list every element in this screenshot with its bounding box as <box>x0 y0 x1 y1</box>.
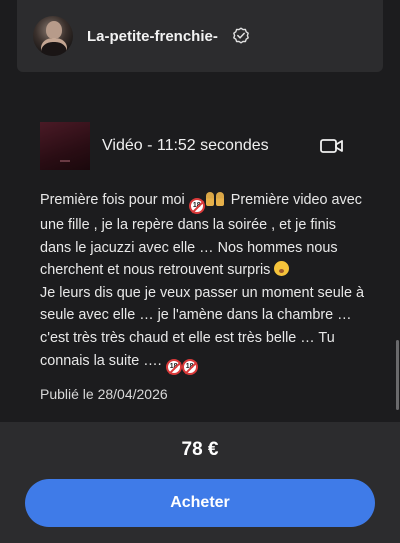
description-part-3: Je leurs dis que je veux passer un momen… <box>40 284 364 369</box>
post-description: Première fois pour moi 18 Première video… <box>40 189 368 375</box>
video-camera-icon <box>320 136 344 156</box>
no-under-18-emoji: 18 <box>165 358 182 375</box>
post-detail-page: La-petite-frenchie- Vidéo - 11:52 second… <box>0 0 400 543</box>
media-duration-label: Vidéo - 11:52 secondes <box>102 137 269 154</box>
buy-button[interactable]: Acheter <box>25 479 375 527</box>
no-under-18-emoji: 18 <box>181 358 198 375</box>
avatar[interactable] <box>33 16 73 56</box>
purchase-bar: 78 € Acheter <box>0 422 400 543</box>
no-under-18-emoji: 18 <box>188 198 205 214</box>
creator-username[interactable]: La-petite-frenchie- <box>87 28 218 45</box>
description-part-1: Première fois pour moi <box>40 192 185 208</box>
two-women-emoji <box>205 191 227 207</box>
hushed-face-emoji <box>274 261 290 277</box>
video-thumbnail[interactable] <box>40 122 90 170</box>
creator-header[interactable]: La-petite-frenchie- <box>17 0 383 72</box>
check-badge-icon <box>232 27 250 45</box>
published-date: Publié le 28/04/2026 <box>40 386 168 402</box>
media-preview[interactable]: Vidéo - 11:52 secondes <box>40 122 350 170</box>
price: 78 € <box>181 439 219 460</box>
scrollbar[interactable] <box>396 340 399 410</box>
